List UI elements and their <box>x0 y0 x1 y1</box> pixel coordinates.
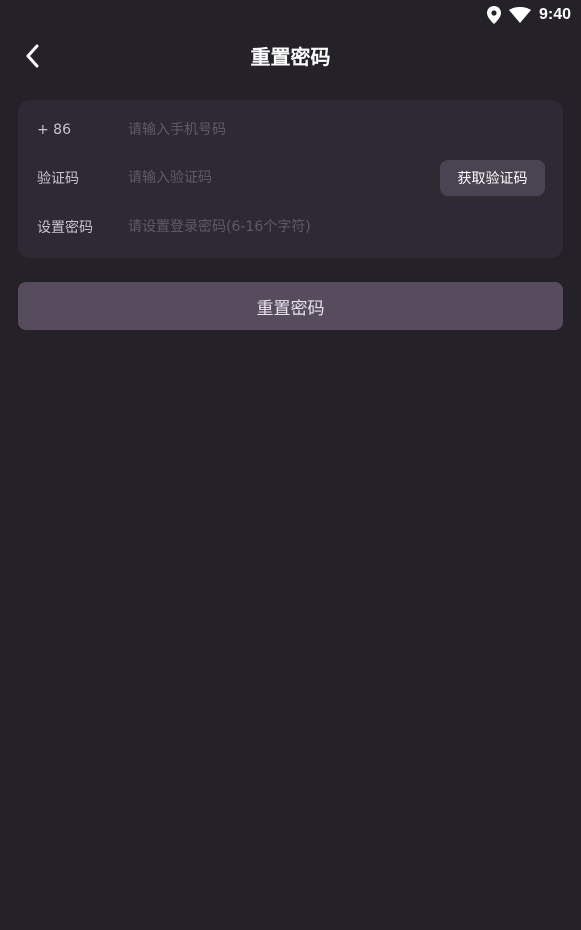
get-code-button[interactable]: 获取验证码 <box>440 160 545 196</box>
header: 重置密码 <box>0 30 581 80</box>
status-bar: 9:40 <box>0 0 581 30</box>
wifi-icon <box>508 7 531 23</box>
verification-code-input[interactable] <box>128 163 408 193</box>
password-input[interactable] <box>128 212 428 242</box>
location-pin-icon <box>486 6 501 24</box>
verification-code-row: 验证码 获取验证码 <box>18 154 563 202</box>
phone-row: + 86 <box>18 106 563 154</box>
reset-password-button[interactable]: 重置密码 <box>18 282 563 330</box>
reset-password-form: + 86 验证码 获取验证码 设置密码 <box>18 100 563 258</box>
phone-input[interactable] <box>128 115 428 145</box>
country-code-label[interactable]: + 86 <box>37 122 71 138</box>
password-row: 设置密码 <box>18 203 563 251</box>
status-icons: 9:40 <box>486 4 571 26</box>
password-label: 设置密码 <box>37 220 93 236</box>
page-title: 重置密码 <box>250 45 331 69</box>
verification-code-label: 验证码 <box>37 171 79 187</box>
status-time: 9:40 <box>538 6 571 23</box>
